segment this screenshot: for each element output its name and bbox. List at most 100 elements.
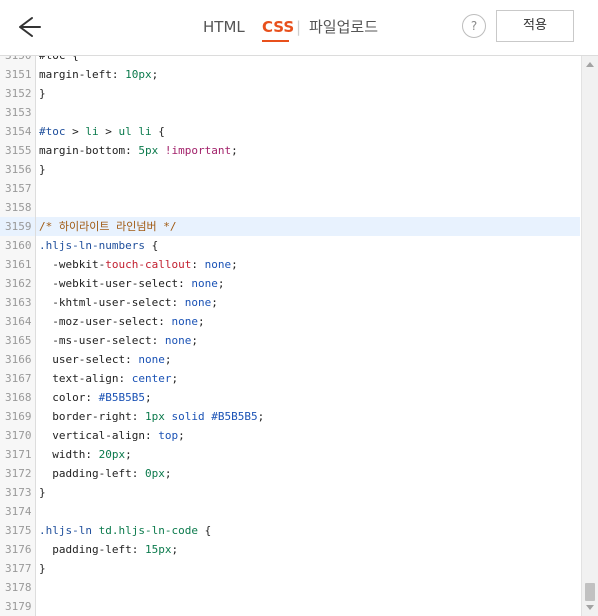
code-line[interactable]: 3166 user-select: none; (0, 350, 580, 369)
code-line[interactable]: 3158 (0, 198, 580, 217)
line-number: 3178 (0, 578, 36, 597)
code-token: td.hljs-ln-code (98, 524, 198, 537)
code-text: .hljs-ln-numbers { (39, 236, 158, 255)
line-number: 3156 (0, 160, 36, 179)
code-line[interactable]: 3178 (0, 578, 580, 597)
code-token: : (151, 334, 165, 347)
code-token: : (131, 410, 145, 423)
line-number: 3169 (0, 407, 36, 426)
tab-file-upload[interactable]: 파일업로드 (309, 17, 378, 37)
code-token: ; (257, 410, 265, 423)
code-line[interactable]: 3157 (0, 179, 580, 198)
code-line[interactable]: 3172 padding-left: 0px; (0, 464, 580, 483)
scroll-down-icon[interactable] (586, 605, 594, 610)
code-editor[interactable]: 3150#toc {3151margin-left: 10px;3152}315… (0, 56, 598, 616)
code-token: ; (178, 429, 185, 442)
code-line[interactable]: 3151 margin-left: 10px; (0, 65, 580, 84)
code-token: > (65, 125, 86, 138)
code-token: ; (171, 372, 179, 385)
code-line[interactable]: 3162 -webkit-user-select: none; (0, 274, 580, 293)
code-token: ; (164, 353, 172, 366)
code-text: #toc { (39, 56, 79, 65)
tab-css[interactable]: CSS (262, 17, 294, 37)
code-token: top (158, 429, 179, 442)
help-button[interactable]: ? (462, 14, 486, 38)
code-token: : (131, 467, 145, 480)
code-lines: 3150#toc {3151margin-left: 10px;3152}315… (0, 56, 580, 616)
code-token: -webkit- (39, 258, 106, 271)
code-line[interactable]: 3160 .hljs-ln-numbers { (0, 236, 580, 255)
code-token: touch-callout (105, 258, 192, 271)
code-token: ; (217, 277, 225, 290)
code-text: /* 하이라이트 라인넘버 */ (39, 217, 176, 236)
code-token: .hljs-ln-numbers (39, 239, 145, 252)
code-token: -webkit-user-select (39, 277, 179, 290)
line-number: 3160 (0, 236, 36, 255)
code-token: width (39, 448, 86, 461)
line-number: 3173 (0, 483, 36, 502)
code-text: -webkit-touch-callout: none; (39, 255, 238, 274)
apply-button[interactable]: 적용 (496, 10, 574, 42)
code-line[interactable]: 3170 vertical-align: top; (0, 426, 580, 445)
code-token: center (131, 372, 172, 385)
code-line[interactable]: 3165 -ms-user-select: none; (0, 331, 580, 350)
scroll-up-icon[interactable] (586, 62, 594, 67)
code-line[interactable]: 3156} (0, 160, 580, 179)
code-line[interactable]: 3164 -moz-user-select: none; (0, 312, 580, 331)
code-token: #toc { (39, 56, 79, 62)
code-token: } (39, 486, 46, 499)
line-number: 3150 (0, 56, 36, 65)
code-line[interactable]: 3173} (0, 483, 580, 502)
code-token: { (151, 125, 165, 138)
code-line[interactable]: 3177} (0, 559, 580, 578)
line-number: 3157 (0, 179, 36, 198)
code-token: none (204, 258, 232, 271)
code-text: padding-left: 0px; (39, 464, 171, 483)
code-token: : (118, 372, 132, 385)
line-number: 3168 (0, 388, 36, 407)
vertical-scrollbar[interactable] (581, 56, 598, 616)
code-line[interactable]: 3175 .hljs-ln td.hljs-ln-code { (0, 521, 580, 540)
code-line[interactable]: 3161 -webkit-touch-callout: none; (0, 255, 580, 274)
code-text: border-right: 1px solid #B5B5B5; (39, 407, 264, 426)
code-line[interactable]: 3152} (0, 84, 580, 103)
code-text: text-align: center; (39, 369, 178, 388)
line-number: 3165 (0, 331, 36, 350)
code-token: color (39, 391, 86, 404)
code-line[interactable]: 3174 (0, 502, 580, 521)
code-line[interactable]: 3168 color: #B5B5B5; (0, 388, 580, 407)
line-number: 3174 (0, 502, 36, 521)
line-number: 3179 (0, 597, 36, 616)
code-line[interactable]: 3155 margin-bottom: 5px !important; (0, 141, 580, 160)
scroll-thumb[interactable] (585, 583, 595, 601)
code-line[interactable]: 3159/* 하이라이트 라인넘버 */ (0, 217, 580, 236)
code-line[interactable]: 3163 -khtml-user-select: none; (0, 293, 580, 312)
code-token: none (191, 277, 218, 290)
code-text: .hljs-ln td.hljs-ln-code { (39, 521, 211, 540)
code-text: width: 20px; (39, 445, 132, 464)
code-line[interactable]: 3169 border-right: 1px solid #B5B5B5; (0, 407, 580, 426)
code-token: ul li (118, 125, 152, 138)
code-text: margin-bottom: 5px !important; (39, 141, 238, 160)
line-number: 3167 (0, 369, 36, 388)
code-token: ; (231, 258, 238, 271)
code-line[interactable]: 3167 text-align: center; (0, 369, 580, 388)
code-token: li (85, 125, 99, 138)
line-number: 3151 (0, 65, 36, 84)
code-token: } (39, 562, 46, 575)
code-line[interactable]: 3150#toc { (0, 56, 580, 65)
code-token: none (184, 296, 212, 309)
code-line[interactable]: 3154 #toc > li > ul li { (0, 122, 580, 141)
code-line[interactable]: 3176 padding-left: 15px; (0, 540, 580, 559)
code-token: : (125, 353, 139, 366)
tab-html[interactable]: HTML (203, 17, 245, 37)
line-number: 3161 (0, 255, 36, 274)
code-token: ; (231, 144, 238, 157)
code-line[interactable]: 3179 (0, 597, 580, 616)
code-token: none (138, 353, 165, 366)
code-token: #toc (39, 125, 66, 138)
code-line[interactable]: 3171 width: 20px; (0, 445, 580, 464)
code-line[interactable]: 3153 (0, 103, 580, 122)
code-text: -ms-user-select: none; (39, 331, 198, 350)
